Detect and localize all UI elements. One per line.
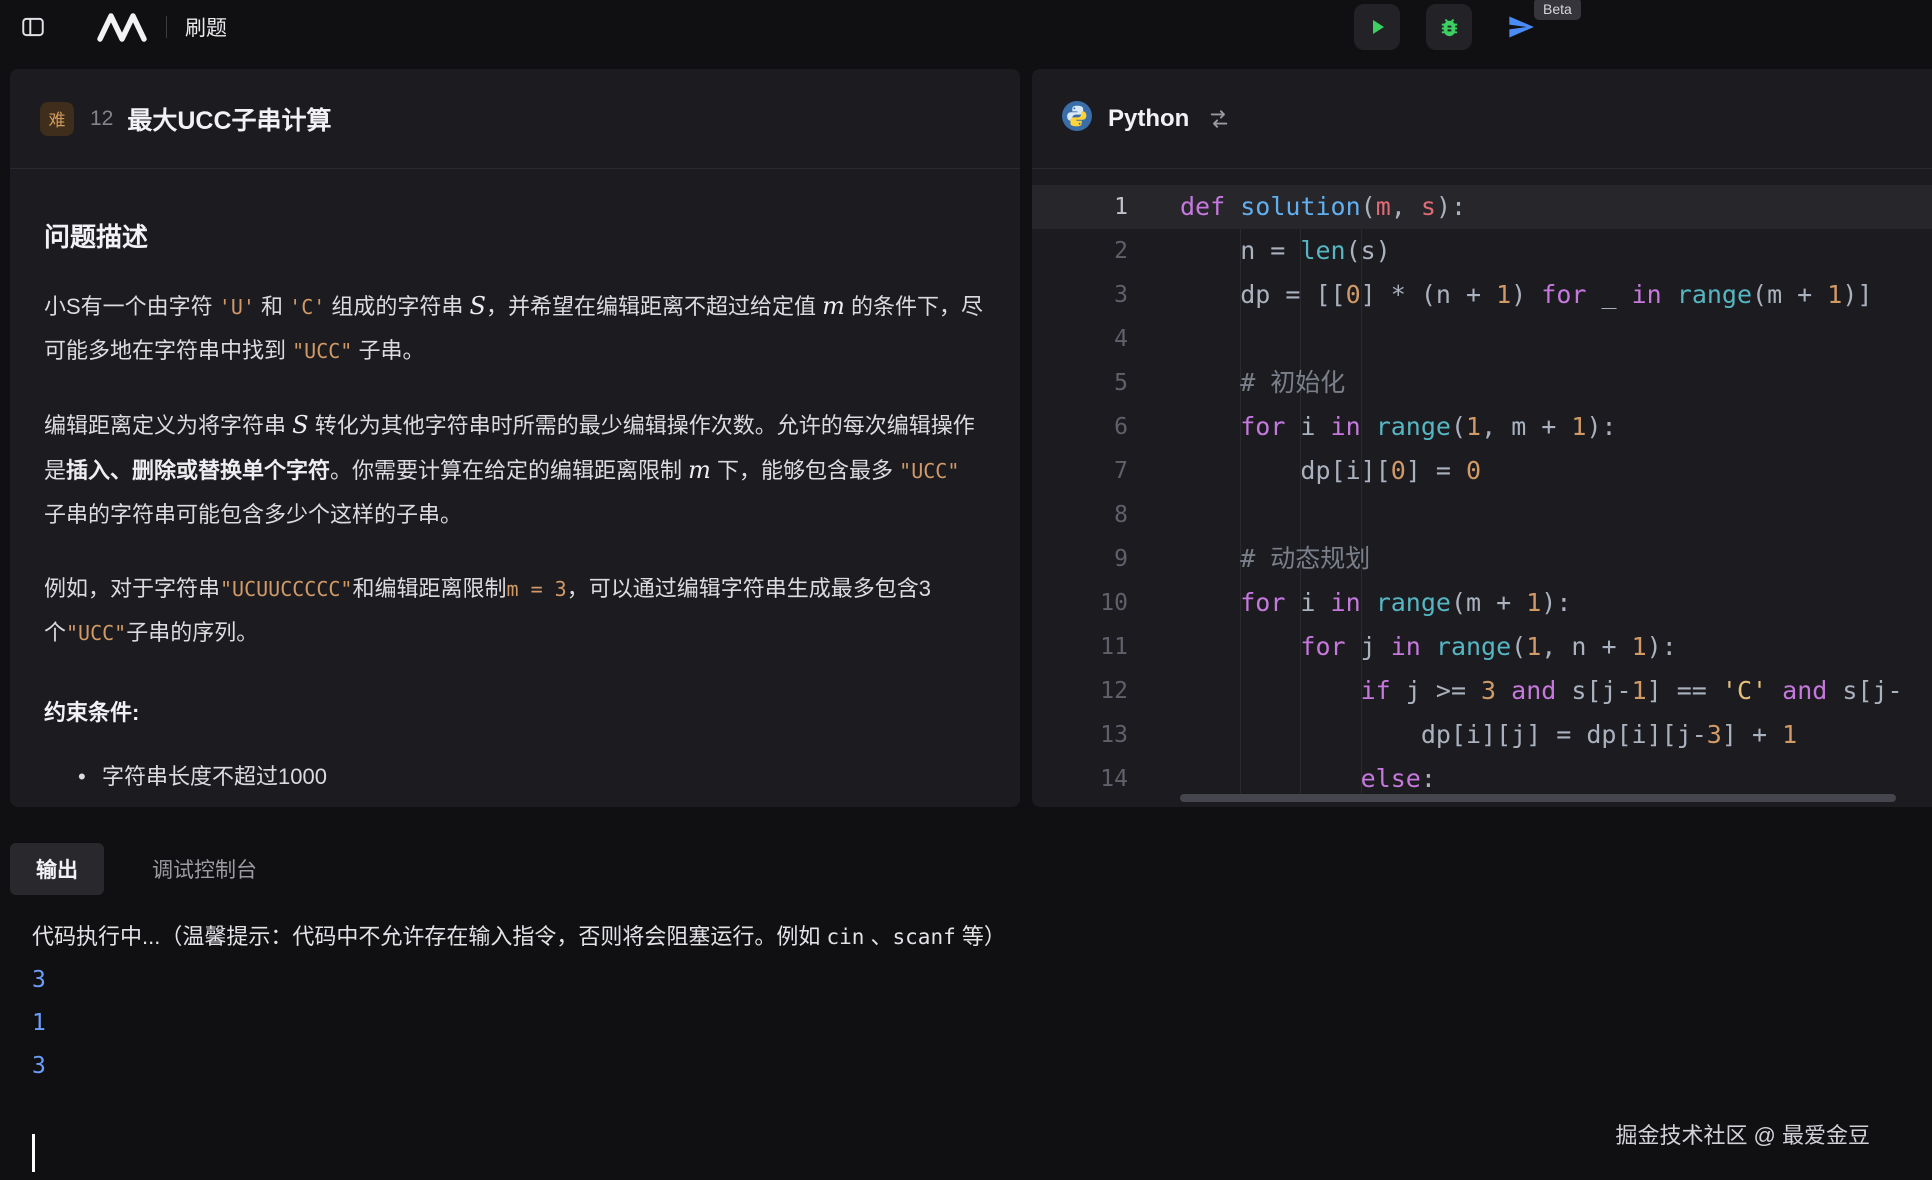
line-number: 6 — [1032, 405, 1180, 449]
line-number: 1 — [1032, 185, 1180, 229]
topbar-divider — [166, 16, 167, 38]
code-line[interactable]: 5 # 初始化 — [1032, 361, 1932, 405]
code-text: for j in range(1, n + 1): — [1180, 625, 1677, 669]
indent-guide — [1361, 229, 1362, 793]
problem-title: 最大UCC子串计算 — [127, 101, 331, 137]
console-output: 3 — [32, 1045, 1932, 1088]
line-number: 12 — [1032, 669, 1180, 713]
console-message: 代码执行中...（温馨提示：代码中不允许存在输入指令，否则将会阻塞运行。例如 c… — [32, 915, 1932, 959]
constraints-list: 字符串长度不超过1000 — [44, 757, 986, 797]
code-text: # 初始化 — [1180, 361, 1345, 405]
console-outputs: 313 — [32, 959, 1932, 1088]
topbar: 刷题 Beta — [0, 0, 1932, 54]
play-icon — [1365, 15, 1389, 39]
code-text: if j >= 3 and s[j-1] == 'C' and s[j- — [1180, 669, 1903, 713]
editor-panel: Python 1def solution(m, s):2 n = len(s)3… — [1032, 69, 1932, 807]
code-line[interactable]: 1def solution(m, s): — [1032, 185, 1932, 229]
code-line[interactable]: 11 for j in range(1, n + 1): — [1032, 625, 1932, 669]
code-line[interactable]: 12 if j >= 3 and s[j-1] == 'C' and s[j- — [1032, 669, 1932, 713]
line-number: 13 — [1032, 713, 1180, 757]
bug-icon — [1438, 16, 1461, 39]
console-output: 1 — [32, 1002, 1932, 1045]
code-text: dp = [[0] * (n + 1) for _ in range(m + 1… — [1180, 273, 1872, 317]
code-line[interactable]: 7 dp[i][0] = 0 — [1032, 449, 1932, 493]
code-text: # 动态规划 — [1180, 537, 1370, 581]
run-button[interactable] — [1354, 4, 1400, 50]
line-number: 7 — [1032, 449, 1180, 493]
code-line[interactable]: 10 for i in range(m + 1): — [1032, 581, 1932, 625]
workspace: 难 12 最大UCC子串计算 问题描述 小S有一个由字符 'U' 和 'C' 组… — [10, 69, 1932, 807]
indent-guide — [1240, 229, 1241, 793]
section-heading: 问题描述 — [44, 217, 986, 254]
marscode-logo — [94, 10, 150, 44]
code-editor[interactable]: 1def solution(m, s):2 n = len(s)3 dp = [… — [1032, 169, 1932, 807]
line-number: 14 — [1032, 757, 1180, 801]
line-number: 10 — [1032, 581, 1180, 625]
difficulty-badge: 难 — [40, 102, 74, 136]
tab-output[interactable]: 输出 — [10, 843, 104, 895]
text-cursor — [32, 1134, 35, 1172]
send-button-group: Beta — [1498, 4, 1544, 50]
console-output: 3 — [32, 959, 1932, 1002]
problem-paragraphs: 小S有一个由字符 'U' 和 'C' 组成的字符串 S，并希望在编辑距离不超过给… — [44, 284, 986, 655]
code-text: dp[i][0] = 0 — [1180, 449, 1481, 493]
language-label: Python — [1108, 105, 1189, 133]
problem-panel: 难 12 最大UCC子串计算 问题描述 小S有一个由字符 'U' 和 'C' 组… — [10, 69, 1020, 807]
code-line[interactable]: 4 — [1032, 317, 1932, 361]
code-line[interactable]: 8 — [1032, 493, 1932, 537]
debug-button[interactable] — [1426, 4, 1472, 50]
swap-arrows-icon — [1207, 108, 1231, 130]
line-number: 3 — [1032, 273, 1180, 317]
code-text: dp[i][j] = dp[i][j-3] + 1 — [1180, 713, 1797, 757]
switch-language-button[interactable] — [1207, 108, 1231, 130]
line-number: 11 — [1032, 625, 1180, 669]
line-number: 8 — [1032, 493, 1180, 537]
horizontal-scrollbar[interactable] — [1180, 794, 1896, 802]
code-line[interactable]: 13 dp[i][j] = dp[i][j-3] + 1 — [1032, 713, 1932, 757]
logo-icon — [94, 10, 150, 44]
indent-guide — [1300, 229, 1301, 793]
code-text: def solution(m, s): — [1180, 185, 1466, 229]
beta-badge: Beta — [1534, 0, 1581, 20]
code-line[interactable]: 6 for i in range(1, m + 1): — [1032, 405, 1932, 449]
problem-paragraph: 编辑距离定义为将字符串 S 转化为其他字符串时所需的最少编辑操作次数。允许的每次… — [44, 403, 986, 537]
app-title: 刷题 — [185, 12, 227, 42]
editor-panel-header: Python — [1032, 69, 1932, 169]
problem-id: 12 — [90, 107, 113, 131]
problem-paragraph: 例如，对于字符串"UCUUCCCCC"和编辑距离限制m = 3，可以通过编辑字符… — [44, 567, 986, 655]
footer-credit: 掘金技术社区 @ 最爱金豆 — [1615, 1118, 1870, 1150]
console-tabs: 输出调试控制台 — [10, 843, 1932, 895]
topbar-actions: Beta — [1354, 4, 1544, 50]
python-icon — [1062, 101, 1092, 136]
code-line[interactable]: 9 # 动态规划 — [1032, 537, 1932, 581]
constraint-item: 字符串长度不超过1000 — [76, 757, 986, 797]
code-text: n = len(s) — [1180, 229, 1391, 273]
code-lines: 1def solution(m, s):2 n = len(s)3 dp = [… — [1032, 185, 1932, 801]
line-number: 5 — [1032, 361, 1180, 405]
line-number: 9 — [1032, 537, 1180, 581]
line-number: 2 — [1032, 229, 1180, 273]
code-line[interactable]: 3 dp = [[0] * (n + 1) for _ in range(m +… — [1032, 273, 1932, 317]
code-text: for i in range(m + 1): — [1180, 581, 1571, 625]
constraints-heading: 约束条件: — [44, 695, 986, 727]
line-number: 4 — [1032, 317, 1180, 361]
sidebar-toggle-button[interactable] — [16, 10, 50, 44]
tab-debug-console[interactable]: 调试控制台 — [126, 843, 283, 895]
code-text: for i in range(1, m + 1): — [1180, 405, 1617, 449]
problem-panel-header: 难 12 最大UCC子串计算 — [10, 69, 1020, 169]
problem-paragraph: 小S有一个由字符 'U' 和 'C' 组成的字符串 S，并希望在编辑距离不超过给… — [44, 284, 986, 373]
console-panel: 输出调试控制台 代码执行中...（温馨提示：代码中不允许存在输入指令，否则将会阻… — [0, 807, 1932, 1180]
problem-description: 问题描述 小S有一个由字符 'U' 和 'C' 组成的字符串 S，并希望在编辑距… — [10, 169, 1020, 797]
code-line[interactable]: 2 n = len(s) — [1032, 229, 1932, 273]
paper-plane-icon — [1507, 13, 1535, 41]
sidebar-toggle-icon — [20, 14, 46, 40]
